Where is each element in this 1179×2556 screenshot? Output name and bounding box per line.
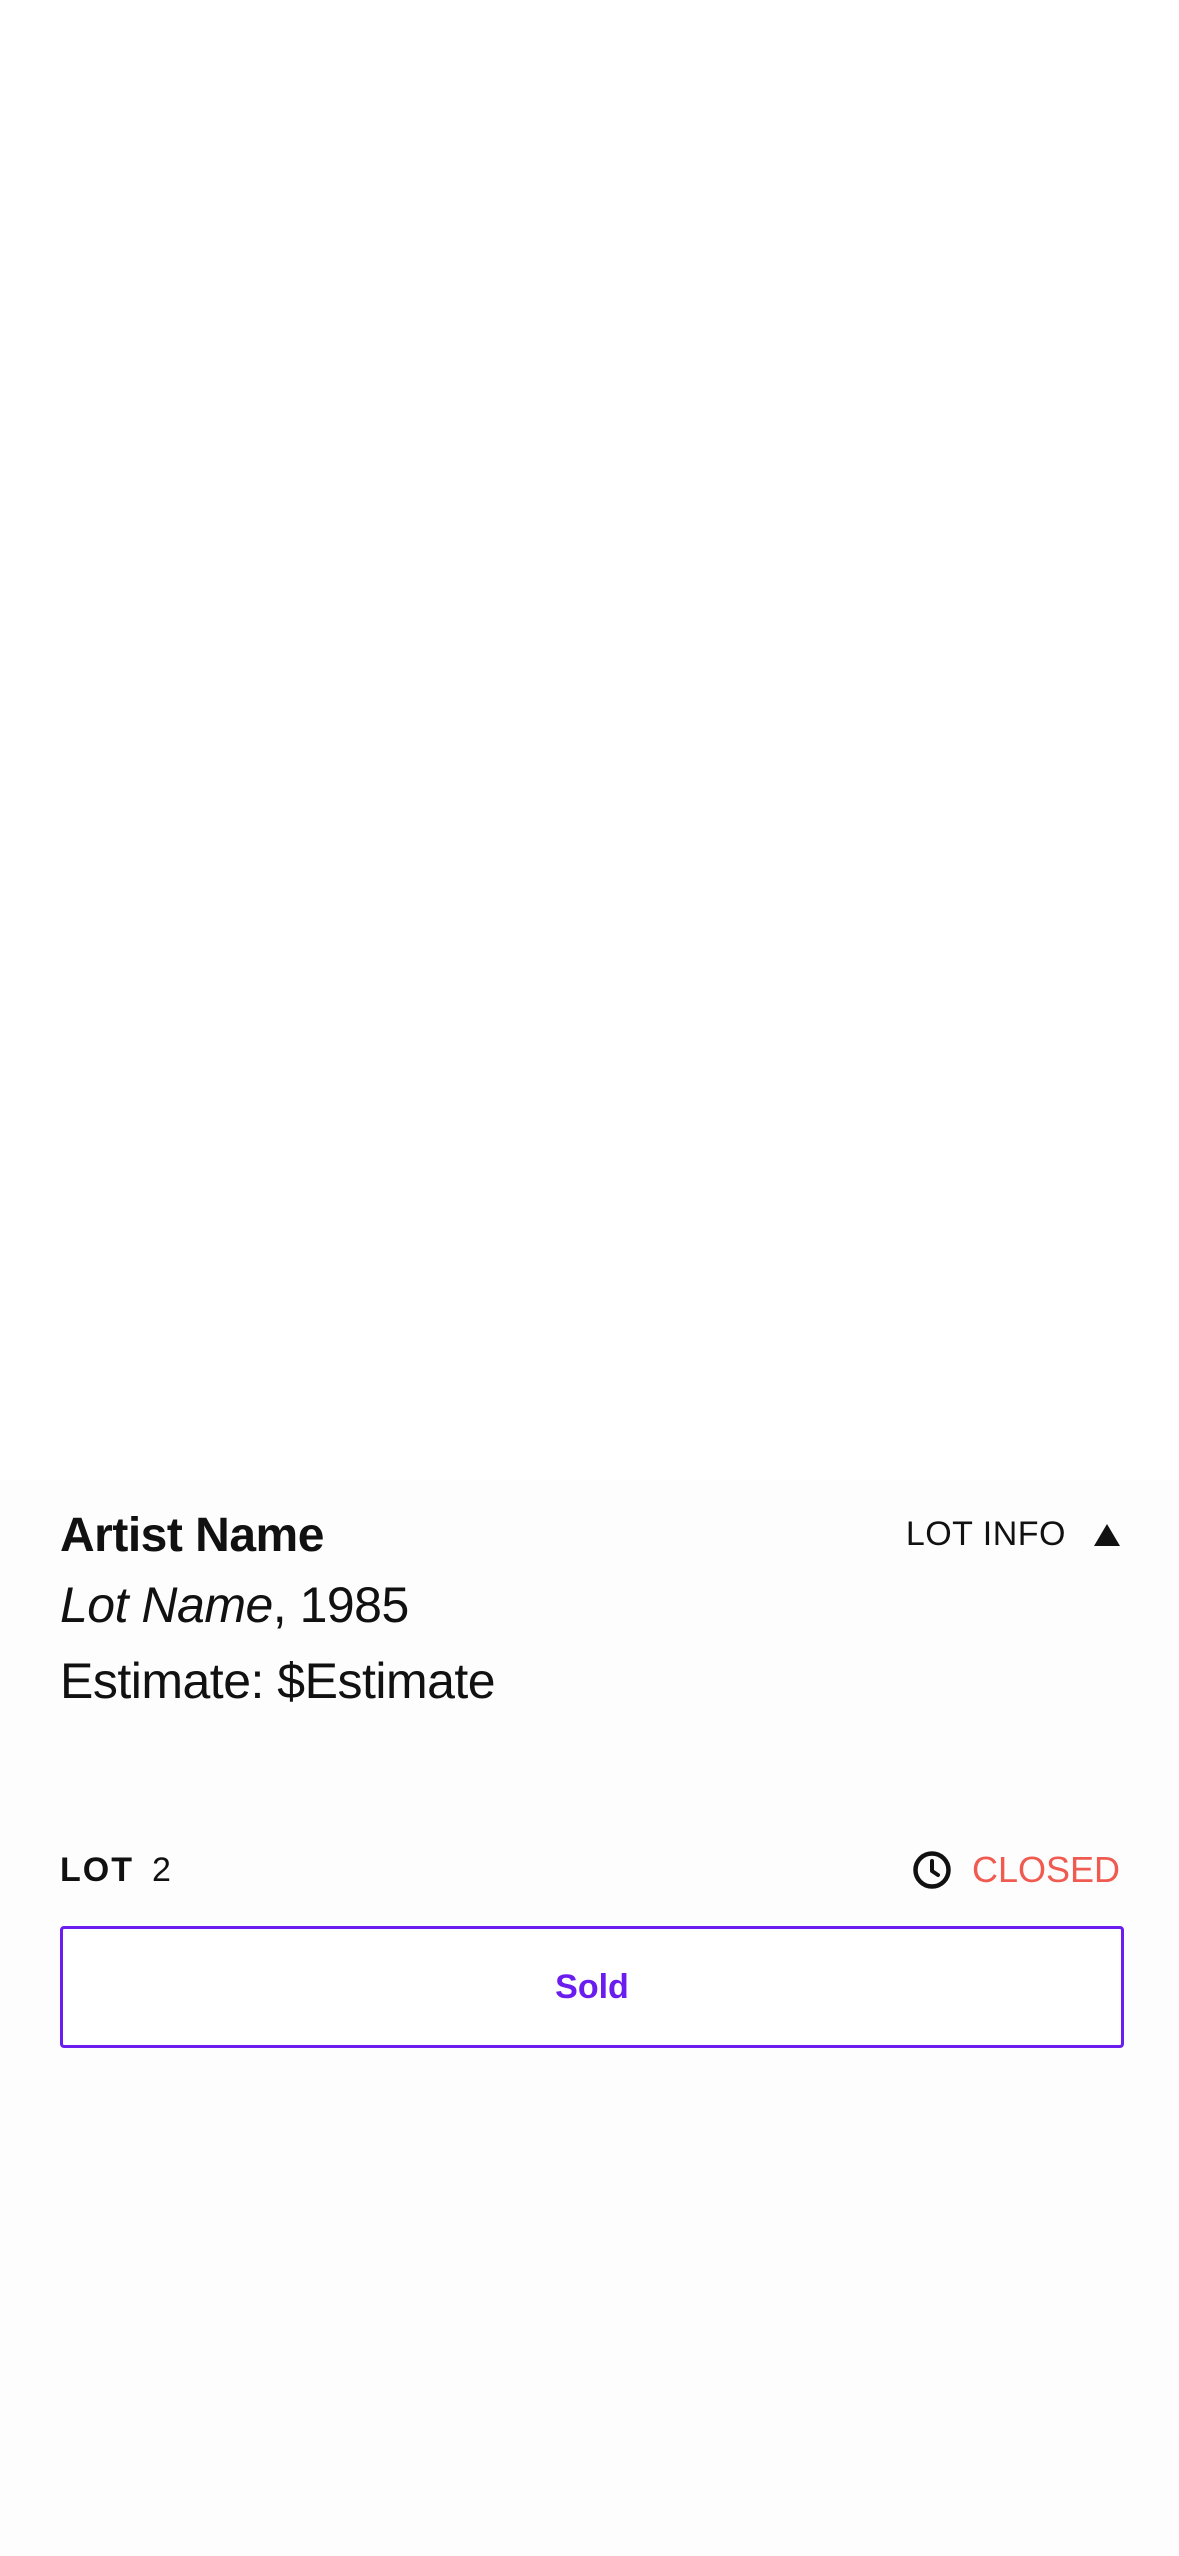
triangle-up-icon: [1094, 1523, 1120, 1546]
lot-title-line: Lot Name, 1985: [60, 1567, 1120, 1643]
artwork-image-area: [0, 0, 1179, 1480]
lot-label: LOT: [60, 1850, 134, 1889]
lot-status-row: LOT 2 CLOSED: [60, 1845, 1120, 1895]
status-badge: CLOSED: [971, 1849, 1120, 1890]
lot-details: Artist Name Lot Name, 1985 Estimate: $Es…: [60, 1505, 1120, 1719]
lot-year: , 1985: [272, 1577, 410, 1633]
clock-icon: [913, 1851, 951, 1889]
lot-name: Lot Name: [60, 1577, 273, 1633]
sold-button[interactable]: Sold: [60, 1926, 1124, 2048]
lot-info-label: LOT INFO: [905, 1515, 1066, 1553]
estimate: Estimate: $Estimate: [60, 1653, 496, 1709]
lot-label-group: LOT 2: [60, 1845, 171, 1895]
sold-button-label: Sold: [555, 1967, 629, 2006]
lot-number: 2: [151, 1850, 171, 1889]
lot-info-toggle[interactable]: LOT INFO: [906, 1515, 1120, 1554]
status-group: CLOSED: [912, 1845, 1120, 1895]
